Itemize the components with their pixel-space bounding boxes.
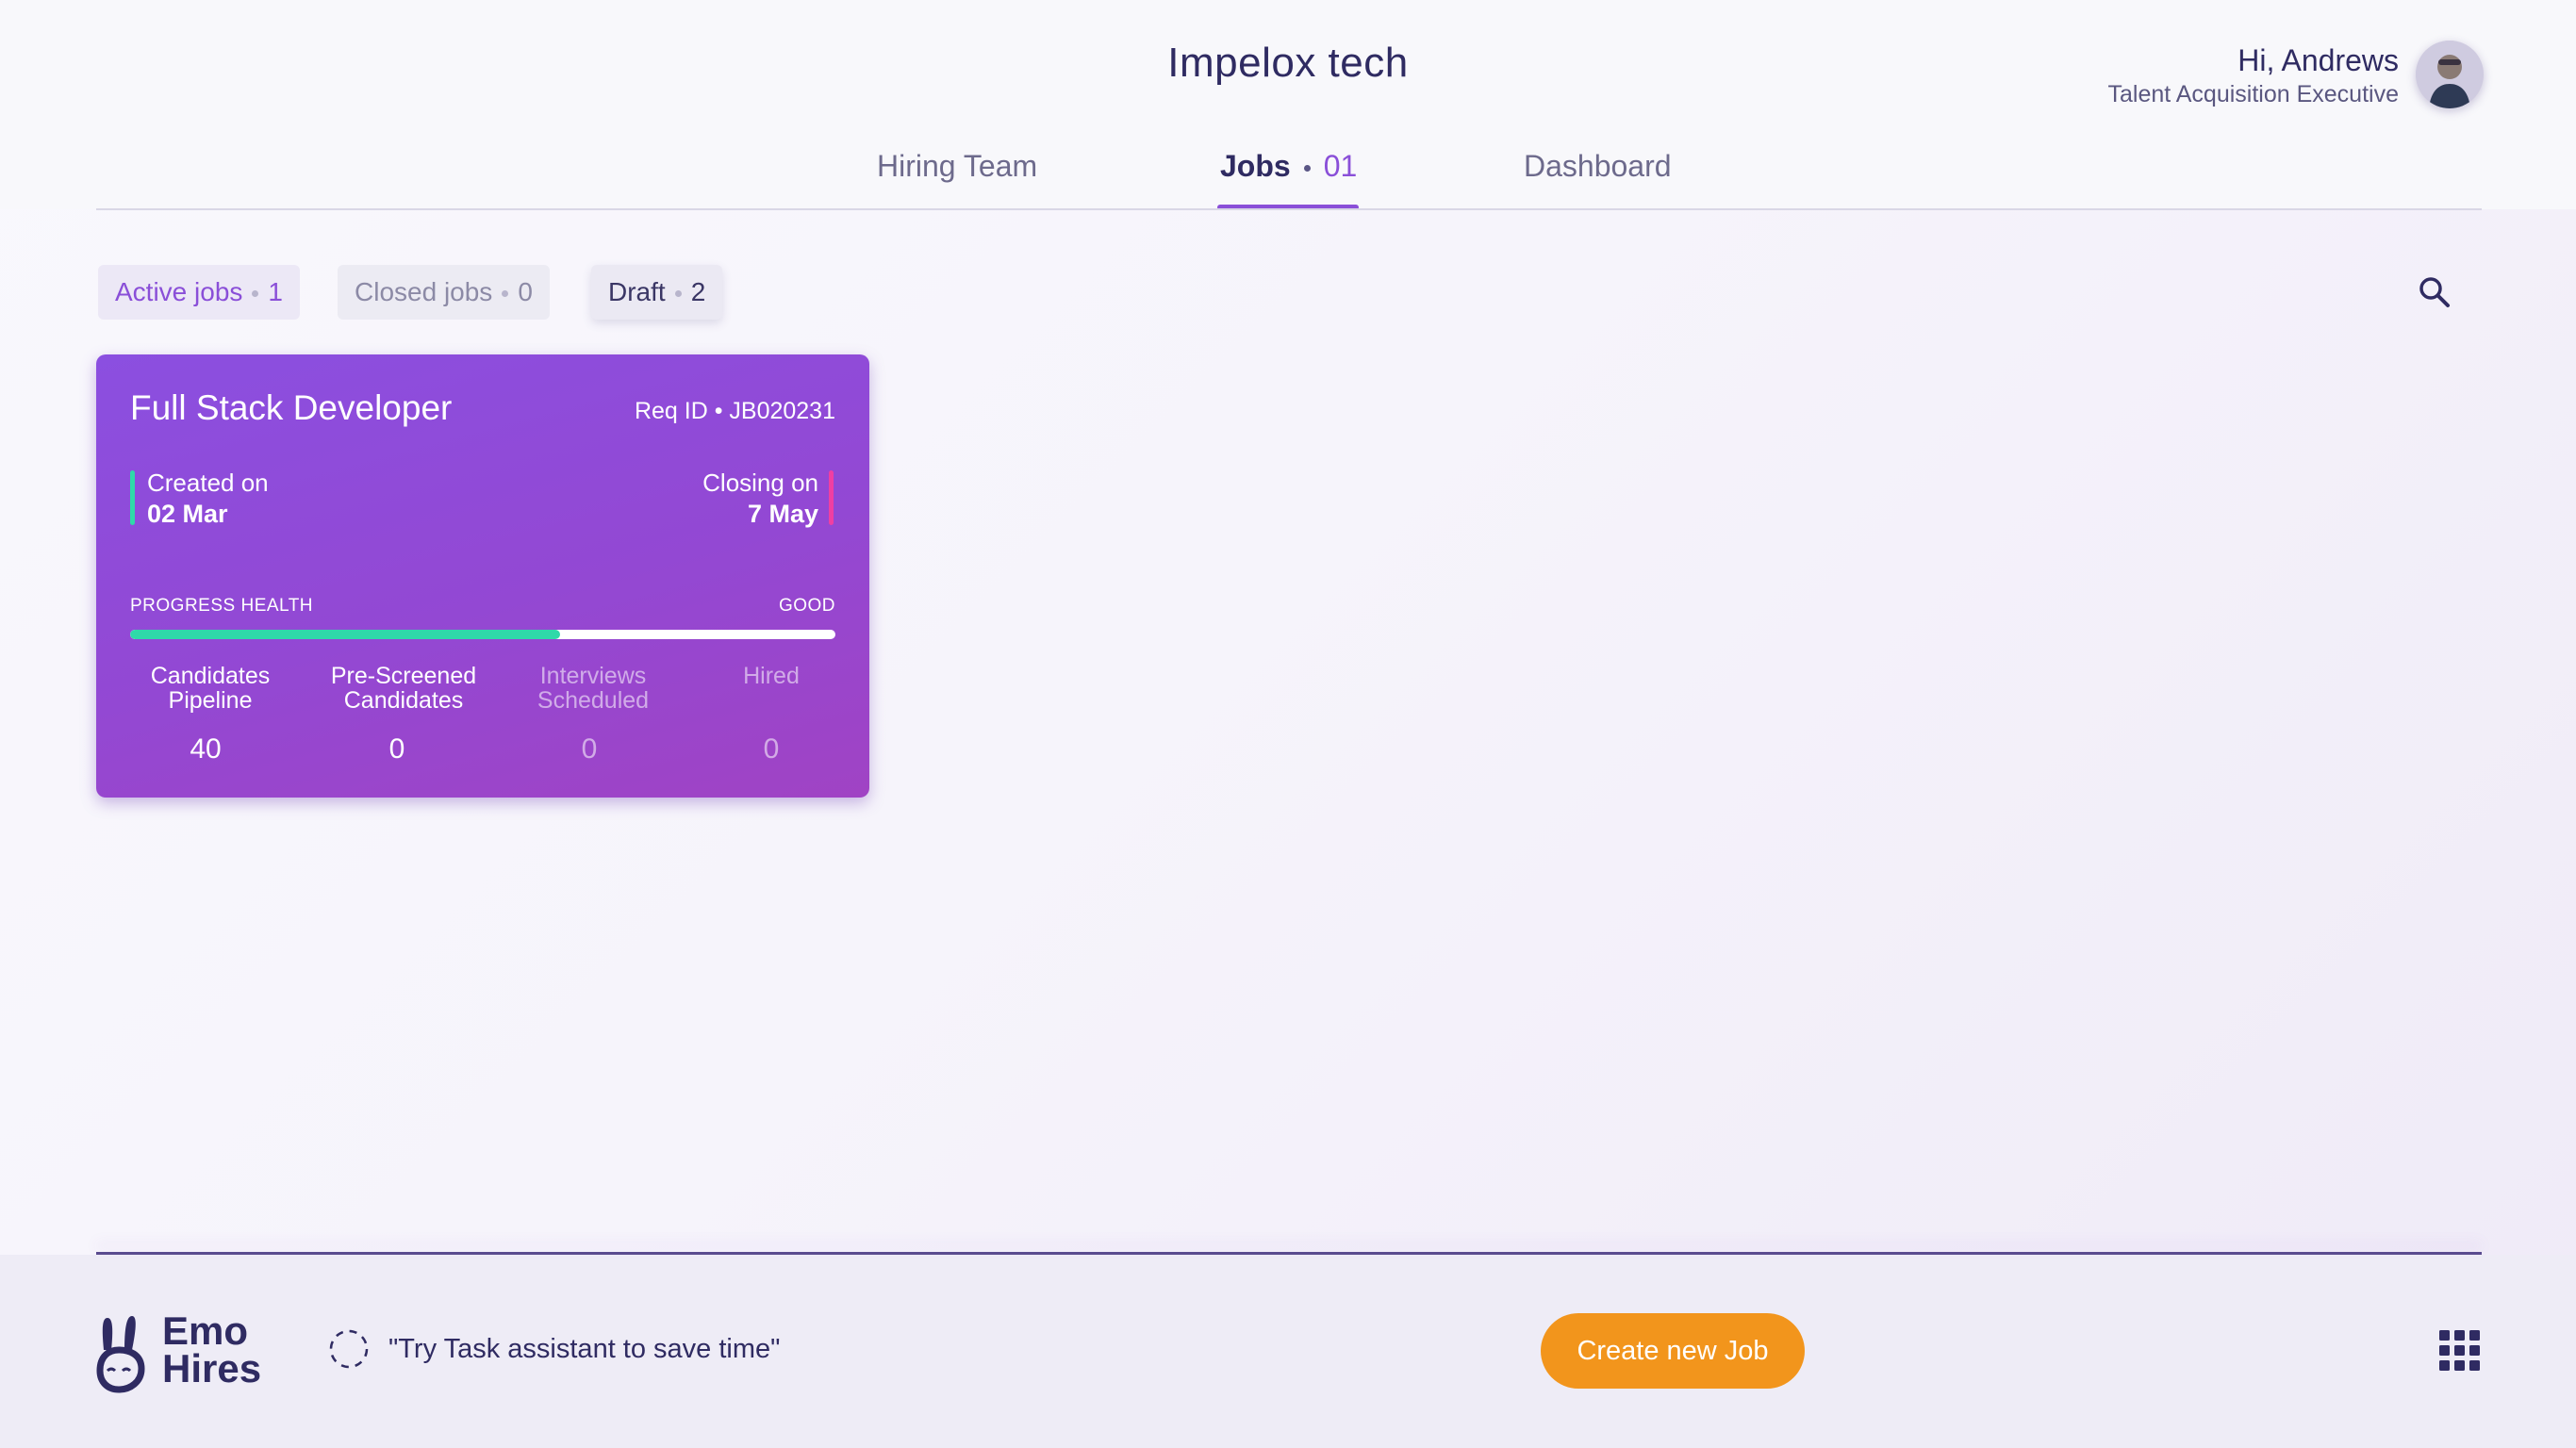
user-role: Talent Acquisition Executive (2107, 81, 2399, 107)
filter-closed-jobs[interactable]: Closed jobs 0 (338, 265, 550, 320)
apps-menu-button[interactable] (2439, 1330, 2481, 1372)
stat-label-line2: Pipeline (168, 687, 253, 714)
progress-bar-fill (130, 630, 561, 639)
tab-separator-dot (1303, 165, 1311, 173)
stat-value: 40 (190, 733, 222, 765)
created-label: Created on (147, 469, 269, 497)
search-button[interactable] (2416, 273, 2453, 311)
filter-draft[interactable]: Draft 2 (591, 265, 723, 320)
req-id: Req ID • JB020231 (634, 398, 835, 424)
logo-line1: Emo (162, 1308, 249, 1353)
create-new-job-button[interactable]: Create new Job (1541, 1313, 1805, 1389)
tab-label: Jobs (1220, 149, 1291, 183)
avatar[interactable] (2416, 41, 2484, 108)
tab-dashboard[interactable]: Dashboard (1524, 149, 1672, 184)
filter-separator-dot (502, 290, 509, 298)
stat-value: 0 (763, 733, 780, 765)
filter-count: 2 (690, 277, 706, 306)
task-assistant-button[interactable] (327, 1327, 371, 1371)
stat-hired[interactable]: Hired 0 (724, 664, 818, 765)
stat-label-line1: Candidates (150, 663, 271, 689)
created-date: 02 Mar (147, 500, 228, 528)
stat-value: 0 (388, 733, 405, 765)
stat-pre-screened-candidates[interactable]: Pre-Screened Candidates 0 (322, 664, 485, 765)
tab-jobs[interactable]: Jobs 01 (1220, 149, 1357, 184)
closing-date: 7 May (747, 500, 818, 528)
filter-active-jobs[interactable]: Active jobs 1 (98, 265, 300, 320)
tab-label: Dashboard (1524, 149, 1672, 183)
job-card[interactable]: Full Stack Developer Req ID • JB020231 C… (96, 354, 869, 798)
task-assistant-tip: "Try Task assistant to save time" (388, 1334, 781, 1364)
closing-marker (829, 470, 834, 525)
created-marker (130, 470, 135, 525)
tab-hiring-team[interactable]: Hiring Team (877, 149, 1037, 184)
footer-bar (0, 1255, 2576, 1448)
stat-candidates-pipeline[interactable]: Candidates Pipeline 40 (130, 664, 290, 765)
stat-label-line2: Scheduled (537, 687, 650, 714)
filter-separator-dot (252, 290, 259, 298)
tab-label: Hiring Team (877, 149, 1038, 183)
filter-label: Active jobs (115, 277, 243, 306)
stat-label-line2 (724, 688, 818, 713)
filter-count: 0 (518, 277, 533, 306)
search-icon (2419, 277, 2450, 307)
logo-line2: Hires (162, 1346, 262, 1390)
progress-bar (130, 630, 835, 639)
job-title: Full Stack Developer (130, 388, 453, 427)
grid-apps-icon (2439, 1330, 2480, 1371)
user-info: Hi, Andrews Talent Acquisition Executive (2107, 41, 2399, 109)
footer-divider (96, 1252, 2482, 1255)
filter-separator-dot (674, 290, 682, 298)
filter-count: 1 (268, 277, 283, 306)
stat-interviews-scheduled[interactable]: Interviews Scheduled 0 (530, 664, 656, 765)
header-divider (96, 208, 2482, 210)
tab-count: 01 (1323, 149, 1358, 183)
user-greeting: Hi, Andrews (2237, 43, 2399, 77)
filter-label: Draft (608, 277, 666, 306)
user-avatar-icon (2416, 41, 2484, 108)
closing-label: Closing on (702, 469, 818, 497)
progress-health-status: GOOD (778, 596, 835, 616)
main-tabs: Hiring Team Jobs 01 Dashboard (0, 149, 2576, 206)
logo-text: Emo Hires (162, 1308, 262, 1390)
progress-health-label: PROGRESS HEALTH (130, 596, 314, 616)
stat-label-line1: Hired (743, 663, 800, 689)
stat-label-line1: Interviews (539, 663, 647, 689)
stat-label-line2: Candidates (343, 687, 464, 714)
filter-label: Closed jobs (355, 277, 493, 306)
bunny-logo-icon (96, 1316, 145, 1393)
stat-value: 0 (581, 733, 598, 765)
stat-label-line1: Pre-Screened (330, 663, 477, 689)
loading-spinner-icon (329, 1329, 369, 1369)
